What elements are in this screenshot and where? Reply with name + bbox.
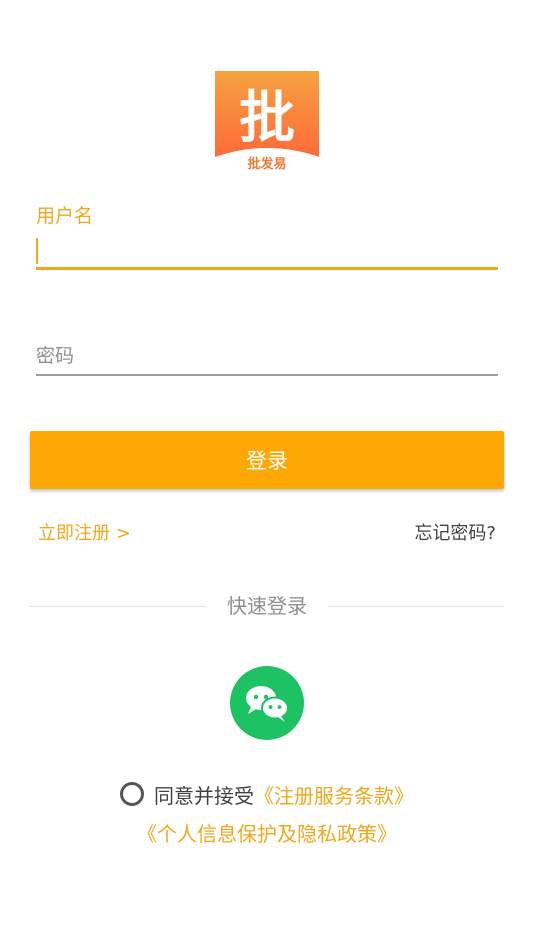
agree-text: 同意并接受: [154, 783, 254, 808]
login-page: 批 批发易 用户名 密码 登录 立即注册 > 忘记密码? 快速登录 同意并接受 …: [0, 0, 534, 950]
username-input[interactable]: [36, 234, 498, 270]
privacy-policy-link[interactable]: 《个人信息保护及隐私政策》: [137, 822, 397, 846]
login-button[interactable]: 登录: [30, 431, 504, 489]
password-placeholder: 密码: [36, 345, 75, 367]
logo-name: 批发易: [247, 156, 286, 172]
wechat-icon: [246, 686, 289, 722]
text-cursor: [36, 238, 38, 264]
app-logo-image: 批 批发易: [215, 71, 319, 175]
privacy-row: 《个人信息保护及隐私政策》: [0, 818, 534, 847]
divider-right: [328, 606, 504, 607]
username-label: 用户名: [36, 205, 94, 227]
terms-link[interactable]: 《注册服务条款》: [254, 780, 414, 809]
wechat-login-button[interactable]: [230, 666, 304, 740]
register-link[interactable]: 立即注册 >: [38, 522, 131, 546]
logo-glyph: 批: [239, 86, 295, 151]
agree-radio[interactable]: [120, 782, 144, 806]
agreement-row: 同意并接受 《注册服务条款》: [0, 778, 534, 810]
password-input[interactable]: 密码: [36, 338, 498, 376]
forgot-password-link[interactable]: 忘记密码?: [414, 522, 496, 546]
app-logo: 批 批发易: [215, 71, 319, 175]
